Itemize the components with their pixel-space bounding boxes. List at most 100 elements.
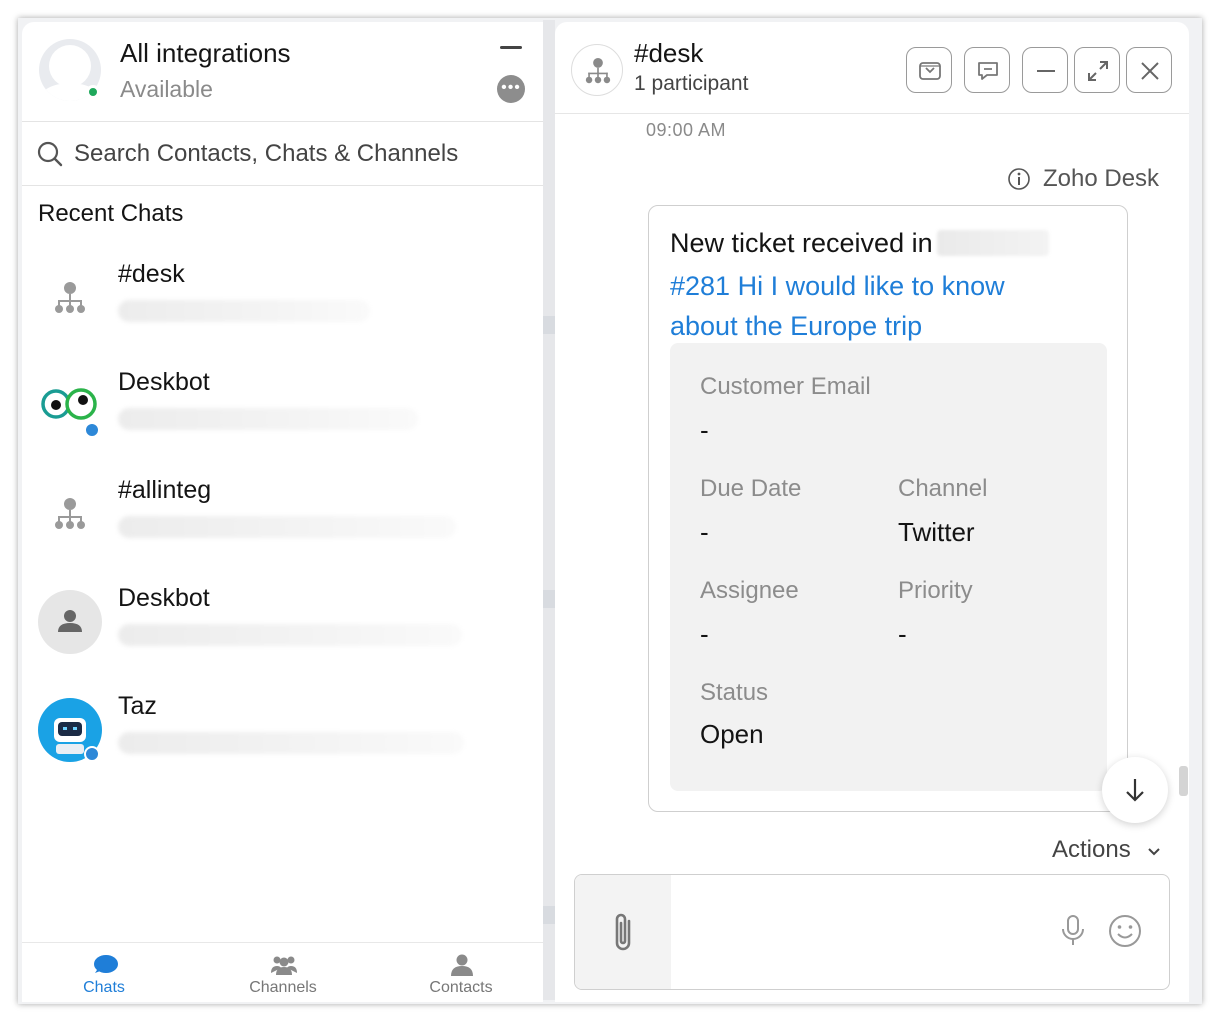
chat-name: #allinteg (118, 476, 212, 504)
actions-label: Actions (1052, 836, 1131, 863)
chat-item-desk[interactable]: #desk (22, 252, 543, 360)
availability-status[interactable]: Available (120, 76, 213, 103)
expand-window-button[interactable] (1074, 47, 1120, 93)
bottom-navigation: Chats Channels Contacts (22, 942, 543, 1002)
more-options-button[interactable]: ••• (497, 75, 525, 103)
priority-label: Priority (898, 577, 973, 604)
chat-preview-redacted (118, 300, 370, 322)
ticket-fields: Customer Email - Due Date - Channel Twit… (670, 343, 1107, 791)
message-timestamp: 09:00 AM (646, 120, 727, 140)
sender-name: Zoho Desk (1043, 165, 1160, 192)
minimize-sidebar-button[interactable] (500, 46, 522, 49)
background-bar (543, 590, 555, 608)
background-bar (543, 906, 555, 924)
due-date-value: - (700, 517, 709, 547)
emoji-icon[interactable] (1107, 913, 1143, 949)
channel-value: Twitter (898, 517, 975, 547)
message-input[interactable] (685, 895, 1045, 971)
assignee-label: Assignee (700, 577, 799, 604)
status-value: Open (700, 719, 764, 749)
chat-preview-redacted (118, 516, 456, 538)
recent-chats-list: #desk Deskbot #allinteg Deskbot Taz (22, 252, 543, 792)
channel-avatar[interactable] (571, 44, 623, 96)
chat-item-taz[interactable]: Taz (22, 684, 543, 792)
attach-button[interactable] (575, 875, 671, 989)
search-icon (37, 141, 63, 167)
chat-preview-redacted (118, 408, 418, 430)
nav-label: Chats (83, 979, 125, 996)
bot-badge-icon (84, 746, 100, 762)
card-heading-text: New ticket received in (670, 228, 933, 258)
arrow-down-icon (1126, 779, 1144, 802)
redacted-department (936, 230, 1049, 256)
channel-label: Channel (898, 475, 988, 502)
bot-badge-icon (84, 422, 100, 438)
chat-window-header: #desk 1 participant (555, 22, 1189, 114)
search-bar (22, 122, 543, 186)
channel-avatar (38, 266, 102, 330)
channel-hierarchy-icon (55, 282, 85, 313)
video-icon (919, 62, 941, 80)
online-status-dot (86, 85, 100, 99)
ticket-card: New ticket received in #281 Hi I would l… (648, 205, 1128, 812)
due-date-label: Due Date (700, 475, 802, 502)
close-icon (1141, 62, 1159, 80)
channel-hierarchy-icon (55, 498, 85, 529)
scroll-to-bottom-button[interactable] (1102, 757, 1168, 823)
chevron-down-icon (1148, 848, 1160, 856)
message-composer (574, 874, 1170, 990)
chat-item-allinteg[interactable]: #allinteg (22, 468, 543, 576)
recent-chats-heading: Recent Chats (38, 200, 184, 227)
chat-item-deskbot-2[interactable]: Deskbot (22, 576, 543, 684)
sidebar-header: All integrations Available ••• (22, 22, 543, 122)
chat-name: #desk (118, 260, 185, 288)
microphone-icon[interactable] (1059, 913, 1087, 949)
background-strip (543, 20, 555, 1000)
expand-icon (1088, 61, 1108, 81)
channel-avatar (38, 482, 102, 546)
nav-label: Contacts (429, 979, 493, 996)
chat-preview-redacted (118, 732, 464, 754)
group-icon (271, 956, 297, 975)
minimize-window-button[interactable] (1022, 47, 1068, 93)
person-icon (451, 954, 473, 976)
chat-name: Deskbot (118, 584, 210, 612)
channel-title: #desk (634, 38, 704, 68)
chat-bubble-icon (94, 955, 118, 973)
nav-tab-contacts[interactable]: Contacts (386, 943, 536, 1002)
ticket-link[interactable]: #281 Hi I would like to know about the E… (670, 266, 1070, 346)
info-icon[interactable] (1007, 167, 1031, 191)
paperclip-icon (615, 913, 631, 951)
contact-avatar (38, 590, 102, 654)
avatar-head (49, 45, 91, 87)
chat-name: Taz (118, 692, 157, 720)
nav-tab-channels[interactable]: Channels (208, 943, 358, 1002)
nav-tab-chats[interactable]: Chats (29, 943, 179, 1002)
channel-hierarchy-icon (585, 58, 611, 84)
search-input[interactable] (74, 134, 524, 174)
scrollbar-thumb[interactable] (1179, 766, 1188, 796)
customer-email-value: - (700, 415, 709, 445)
thread-button[interactable] (964, 47, 1010, 93)
status-label: Status (700, 679, 769, 706)
message-sender: Zoho Desk (1007, 164, 1167, 194)
nav-label: Channels (249, 979, 317, 996)
video-call-button[interactable] (906, 47, 952, 93)
message-icon (978, 62, 998, 80)
actions-dropdown[interactable]: Actions (1052, 836, 1160, 864)
participant-count[interactable]: 1 participant (634, 72, 748, 96)
chat-window-panel: #desk 1 participant 09:00 AM Zoho Desk N… (555, 22, 1189, 1002)
close-window-button[interactable] (1126, 47, 1172, 93)
sidebar-title: All integrations (120, 38, 291, 68)
card-heading: New ticket received in (670, 228, 1049, 259)
background-bar (543, 316, 555, 334)
priority-value: - (898, 619, 907, 649)
chat-sidebar-panel: All integrations Available ••• Recent Ch… (22, 22, 543, 1002)
person-icon (58, 610, 82, 632)
customer-email-label: Customer Email (700, 373, 871, 400)
chat-preview-redacted (118, 624, 462, 646)
assignee-value: - (700, 619, 709, 649)
minimize-icon (1037, 70, 1055, 72)
chat-name: Deskbot (118, 368, 210, 396)
chat-item-deskbot[interactable]: Deskbot (22, 360, 543, 468)
